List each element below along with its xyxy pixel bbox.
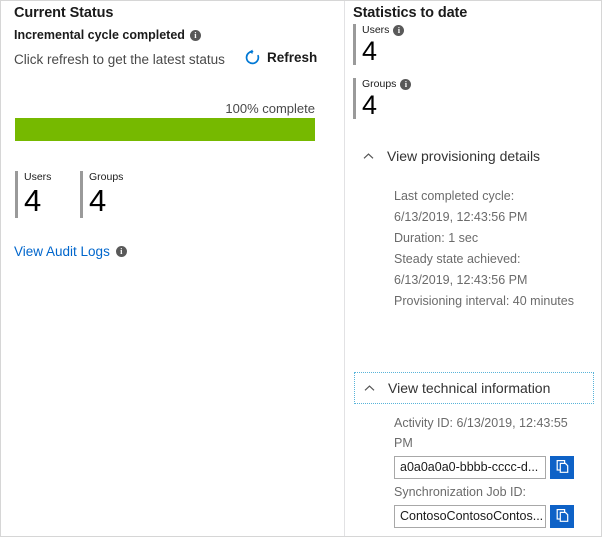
- activity-id-row: a0a0a0a0-bbbb-cccc-d...: [394, 456, 594, 479]
- refresh-label: Refresh: [267, 50, 317, 65]
- chevron-up-icon: [363, 382, 376, 395]
- cycle-status-label: Incremental cycle completed: [14, 28, 185, 42]
- progress-bar-fill: [15, 118, 315, 141]
- cycle-status: Incremental cycle completed i: [14, 28, 201, 42]
- refresh-hint-text: Click refresh to get the latest status: [14, 52, 225, 67]
- refresh-button[interactable]: Refresh: [244, 49, 317, 66]
- detail-line: 6/13/2019, 12:43:56 PM: [394, 270, 574, 291]
- info-icon[interactable]: i: [393, 25, 404, 36]
- provisioning-details-body: Last completed cycle: 6/13/2019, 12:43:5…: [394, 186, 574, 312]
- view-technical-information-label: View technical information: [388, 380, 550, 396]
- stat-tile-users: Users 4: [15, 171, 51, 218]
- stat-accent-bar: [15, 171, 18, 218]
- stat-value: 4: [362, 37, 404, 66]
- stat-accent-bar: [80, 171, 83, 218]
- activity-id-field[interactable]: a0a0a0a0-bbbb-cccc-d...: [394, 456, 546, 479]
- detail-line: Duration: 1 sec: [394, 228, 574, 249]
- info-icon[interactable]: i: [116, 246, 127, 257]
- chevron-up-icon: [362, 150, 375, 163]
- stat-value: 4: [89, 184, 123, 217]
- detail-line: 6/13/2019, 12:43:56 PM: [394, 207, 574, 228]
- provisioning-status-page: Current Status Incremental cycle complet…: [0, 0, 602, 537]
- sync-job-id-row: ContosoContosoContos...: [394, 505, 594, 528]
- page-title: Current Status: [14, 5, 113, 21]
- detail-line: Last completed cycle:: [394, 186, 574, 207]
- refresh-icon: [244, 49, 261, 66]
- stat-tile-groups-total: Groups i 4: [353, 78, 411, 120]
- info-icon[interactable]: i: [190, 30, 201, 41]
- stat-tile-users-total: Users i 4: [353, 24, 404, 66]
- stat-tile-groups: Groups 4: [80, 171, 123, 218]
- detail-line: Steady state achieved:: [394, 249, 574, 270]
- view-audit-logs-link[interactable]: View Audit Logs i: [14, 244, 127, 259]
- sync-job-id-label: Synchronization Job ID:: [394, 482, 594, 502]
- progress-bar: [15, 118, 315, 141]
- progress-label: 100% complete: [225, 101, 315, 116]
- copy-activity-id-button[interactable]: [550, 456, 574, 479]
- view-provisioning-details-label: View provisioning details: [387, 148, 540, 164]
- detail-line: Provisioning interval: 40 minutes: [394, 291, 574, 312]
- view-audit-logs-label: View Audit Logs: [14, 244, 110, 259]
- stat-value: 4: [362, 91, 411, 120]
- stat-accent-bar: [353, 78, 356, 119]
- copy-icon: [555, 459, 570, 477]
- stat-value: 4: [24, 184, 51, 217]
- current-status-panel: Current Status Incremental cycle complet…: [1, 1, 344, 537]
- info-icon[interactable]: i: [400, 79, 411, 90]
- copy-sync-job-id-button[interactable]: [550, 505, 574, 528]
- technical-information-body: Activity ID: 6/13/2019, 12:43:55 PM a0a0…: [394, 413, 594, 528]
- activity-id-label: Activity ID: 6/13/2019, 12:43:55 PM: [394, 413, 580, 453]
- statistics-panel: Statistics to date Users i 4 Groups i 4: [345, 1, 602, 537]
- view-provisioning-details-toggle[interactable]: View provisioning details: [358, 145, 544, 167]
- stat-accent-bar: [353, 24, 356, 65]
- view-technical-information-toggle[interactable]: View technical information: [354, 372, 594, 404]
- statistics-title: Statistics to date: [353, 5, 467, 21]
- copy-icon: [555, 508, 570, 526]
- sync-job-id-field[interactable]: ContosoContosoContos...: [394, 505, 546, 528]
